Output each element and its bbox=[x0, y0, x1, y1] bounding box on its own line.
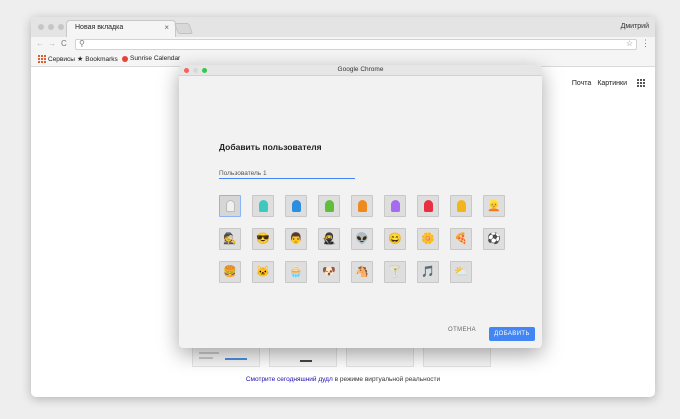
avatar-dog-icon: 🐶 bbox=[322, 265, 336, 278]
bookmark-folder-label: Bookmarks bbox=[85, 55, 118, 63]
star-icon[interactable]: ☆ bbox=[626, 39, 633, 48]
avatar-businessman-icon: 🕵 bbox=[223, 232, 237, 245]
avatar-yellow-head-icon bbox=[456, 200, 466, 212]
avatar-option[interactable]: 👽 bbox=[351, 228, 373, 250]
bookmark-apps[interactable]: Сервисы bbox=[38, 55, 75, 63]
avatar-cupcake-icon: 🧁 bbox=[289, 265, 303, 278]
tab-title: Новая вкладка bbox=[75, 24, 124, 31]
forward-icon[interactable]: → bbox=[48, 39, 56, 48]
avatar-flower-icon: 🌼 bbox=[421, 232, 435, 245]
avatar-option[interactable] bbox=[219, 195, 241, 217]
avatar-option[interactable]: 👨 bbox=[285, 228, 307, 250]
avatar-option[interactable]: 🌼 bbox=[417, 228, 439, 250]
avatar-option[interactable]: 🍔 bbox=[219, 261, 241, 283]
apps-icon bbox=[38, 55, 46, 63]
avatar-music-note-icon: 🎵 bbox=[421, 265, 435, 278]
close-window-button[interactable] bbox=[38, 24, 44, 30]
avatar-option[interactable]: 🍕 bbox=[450, 228, 472, 250]
avatar-white-head-icon bbox=[225, 200, 235, 212]
new-tab-button[interactable] bbox=[173, 23, 194, 34]
avatar-grid: 👱 🕵 😎 👨 🥷 👽 😄 🌼 🍕 ⚽ 🍔 🐱 🧁 🐶 🐴 🍸 🎵 ⛅ bbox=[219, 195, 509, 283]
avatar-option[interactable] bbox=[252, 195, 274, 217]
dialog-titlebar: Google Chrome bbox=[179, 65, 542, 76]
reload-icon[interactable]: C bbox=[61, 39, 67, 48]
avatar-sun-cloud-icon: ⛅ bbox=[454, 265, 468, 278]
most-visited-tile[interactable] bbox=[192, 347, 260, 367]
avatar-option[interactable] bbox=[351, 195, 373, 217]
profile-name[interactable]: Дмитрий bbox=[621, 23, 649, 30]
dialog-heading: Добавить пользователя bbox=[219, 142, 322, 152]
avatar-purple-head-icon bbox=[390, 200, 400, 212]
tab-strip: Новая вкладка × Дмитрий bbox=[31, 17, 655, 37]
avatar-sunglasses-man-icon: 😎 bbox=[256, 232, 270, 245]
avatar-cat-icon: 🐱 bbox=[256, 265, 270, 278]
avatar-option[interactable]: 🐱 bbox=[252, 261, 274, 283]
bookmark-sunrise-label: Sunrise Calendar bbox=[130, 55, 181, 62]
avatar-option[interactable]: 🍸 bbox=[384, 261, 406, 283]
avatar-green-head-icon bbox=[324, 200, 334, 212]
most-visited-tile[interactable] bbox=[346, 347, 414, 367]
most-visited-tile[interactable] bbox=[423, 347, 491, 367]
avatar-horse-icon: 🐴 bbox=[355, 265, 369, 278]
avatar-red-head-icon bbox=[423, 200, 433, 212]
search-icon: ⚲ bbox=[79, 39, 85, 48]
avatar-option[interactable]: 🐶 bbox=[318, 261, 340, 283]
avatar-blue-head-icon bbox=[291, 200, 301, 212]
avatar-option[interactable]: 😄 bbox=[384, 228, 406, 250]
images-link[interactable]: Картинки bbox=[597, 80, 627, 87]
sunrise-icon bbox=[122, 55, 128, 62]
address-bar[interactable]: ⚲ ☆ bbox=[75, 39, 637, 50]
toolbar: ← → C ⚲ ☆ ⋮ bbox=[31, 37, 655, 52]
minimize-window-button[interactable] bbox=[48, 24, 54, 30]
avatar-option[interactable]: ⛅ bbox=[450, 261, 472, 283]
avatar-cocktail-icon: 🍸 bbox=[388, 265, 402, 278]
user-name-field[interactable] bbox=[219, 168, 355, 179]
zoom-window-button[interactable] bbox=[58, 24, 64, 30]
most-visited-tile[interactable] bbox=[269, 347, 337, 367]
menu-icon[interactable]: ⋮ bbox=[641, 38, 650, 49]
avatar-option[interactable]: 🕵 bbox=[219, 228, 241, 250]
avatar-option[interactable]: 🎵 bbox=[417, 261, 439, 283]
dialog-title: Google Chrome bbox=[337, 66, 384, 73]
bookmark-apps-label: Сервисы bbox=[48, 55, 75, 63]
avatar-option[interactable] bbox=[318, 195, 340, 217]
doodle-link[interactable]: Смотрите сегодняшний дудл bbox=[246, 376, 333, 383]
avatar-ninja-girl-icon: 👱 bbox=[487, 199, 501, 212]
avatar-alien-icon: 👽 bbox=[355, 232, 369, 245]
avatar-option[interactable] bbox=[285, 195, 307, 217]
add-user-button[interactable]: ДОБАВИТЬ bbox=[489, 327, 535, 341]
avatar-burger-icon: 🍔 bbox=[223, 265, 237, 278]
doodle-promo: Смотрите сегодняшний дудл в режиме вирту… bbox=[31, 376, 655, 383]
avatar-option[interactable] bbox=[384, 195, 406, 217]
avatar-option[interactable]: 😎 bbox=[252, 228, 274, 250]
avatar-option[interactable]: 🧁 bbox=[285, 261, 307, 283]
avatar-pizza-icon: 🍕 bbox=[454, 232, 468, 245]
avatar-option[interactable] bbox=[450, 195, 472, 217]
avatar-option[interactable]: 👱 bbox=[483, 195, 505, 217]
star-icon: ★ bbox=[77, 56, 84, 63]
add-user-dialog: Google Chrome Добавить пользователя 👱 🕵 😎 👨… bbox=[179, 65, 542, 348]
avatar-option[interactable]: ⚽ bbox=[483, 228, 505, 250]
tab-new-tab[interactable]: Новая вкладка × bbox=[66, 20, 176, 37]
bookmark-folder[interactable]: ★ Bookmarks bbox=[77, 55, 118, 64]
avatar-teal-head-icon bbox=[258, 200, 268, 212]
avatar-soccer-ball-icon: ⚽ bbox=[487, 232, 501, 245]
doodle-text: в режиме виртуальной реальности bbox=[332, 376, 441, 383]
google-top-links: Почта Картинки bbox=[572, 79, 645, 87]
bookmark-sunrise[interactable]: Sunrise Calendar bbox=[122, 55, 180, 62]
avatar-option[interactable]: 🐴 bbox=[351, 261, 373, 283]
avatar-orange-head-icon bbox=[357, 200, 367, 212]
back-icon[interactable]: ← bbox=[36, 39, 44, 48]
cancel-button[interactable]: ОТМЕНА bbox=[448, 327, 476, 333]
apps-grid-icon[interactable] bbox=[637, 79, 645, 87]
avatar-ninja-icon: 🥷 bbox=[322, 232, 336, 245]
avatar-option[interactable] bbox=[417, 195, 439, 217]
mail-link[interactable]: Почта bbox=[572, 80, 591, 87]
avatar-smiley-icon: 😄 bbox=[388, 232, 402, 245]
avatar-man-icon: 👨 bbox=[289, 232, 303, 245]
avatar-option[interactable]: 🥷 bbox=[318, 228, 340, 250]
tab-close-icon[interactable]: × bbox=[164, 23, 169, 32]
